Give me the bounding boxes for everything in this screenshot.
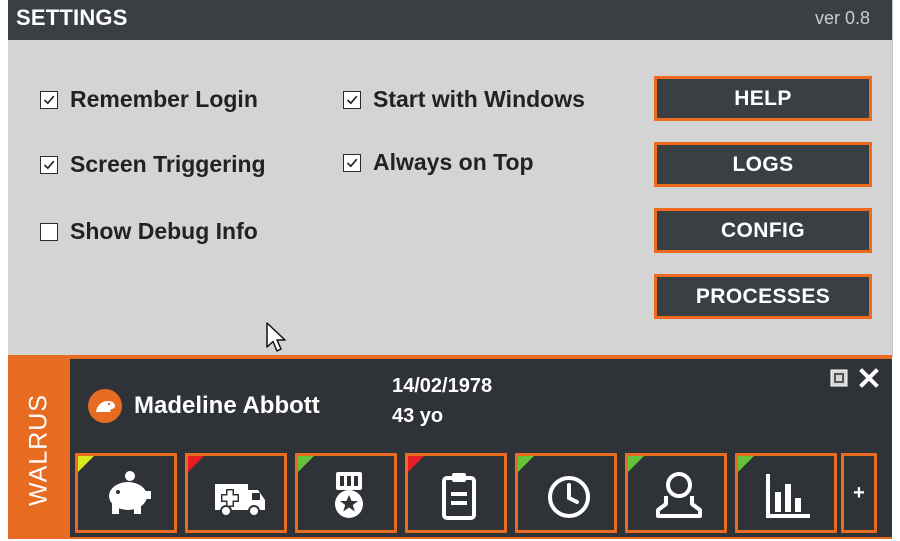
check-icon xyxy=(43,160,55,169)
start-with-windows-label: Start with Windows xyxy=(373,86,585,112)
tile-ambulance[interactable] xyxy=(185,453,287,533)
always-on-top-label: Always on Top xyxy=(373,149,534,175)
help-button[interactable]: HELP xyxy=(654,76,872,121)
check-icon xyxy=(346,158,358,167)
walrus-logo-icon xyxy=(88,389,122,423)
version-label: ver 0.8 xyxy=(814,8,870,28)
check-icon xyxy=(43,95,55,104)
more-button[interactable]: + xyxy=(841,453,877,533)
check-icon xyxy=(346,95,358,104)
mouse-cursor-icon xyxy=(266,322,286,352)
app-root: SETTINGS ver 0.8 Remember Login Screen T… xyxy=(0,0,900,541)
walrus-brand: WALRUS xyxy=(8,355,70,539)
remember-login-label: Remember Login xyxy=(70,86,258,112)
show-debug-info-checkbox[interactable] xyxy=(40,222,58,241)
start-with-windows-option[interactable]: Start with Windows xyxy=(343,86,585,113)
tile-clipboard[interactable] xyxy=(405,453,507,533)
settings-title: SETTINGS xyxy=(16,5,128,30)
medal-icon xyxy=(335,472,363,518)
settings-header: SETTINGS ver 0.8 xyxy=(8,0,892,40)
processes-button[interactable]: PROCESSES xyxy=(654,274,872,319)
tile-clock[interactable] xyxy=(515,453,617,533)
status-flag xyxy=(628,456,647,475)
piggy-bank-icon xyxy=(109,471,151,514)
close-icon[interactable] xyxy=(858,367,880,389)
widget-body: Madeline Abbott 14/02/1978 43 yo + xyxy=(70,359,892,537)
walrus-widget: WALRUS Madeline Abbott 14/02/1978 43 yo xyxy=(8,355,892,539)
tile-user[interactable] xyxy=(625,453,727,533)
tile-medal[interactable] xyxy=(295,453,397,533)
status-flag xyxy=(188,456,207,475)
ambulance-icon xyxy=(215,484,265,517)
brand-label: WALRUS xyxy=(24,393,53,507)
status-flag xyxy=(738,456,757,475)
config-button[interactable]: CONFIG xyxy=(654,208,872,253)
always-on-top-option[interactable]: Always on Top xyxy=(343,149,534,176)
status-flag xyxy=(408,456,427,475)
screen-triggering-option[interactable]: Screen Triggering xyxy=(40,151,266,178)
always-on-top-checkbox[interactable] xyxy=(343,153,361,172)
show-debug-info-label: Show Debug Info xyxy=(70,218,258,244)
status-flag xyxy=(518,456,537,475)
status-flag xyxy=(298,456,317,475)
screen-triggering-label: Screen Triggering xyxy=(70,151,266,177)
tile-bar-chart[interactable] xyxy=(735,453,837,533)
patient-name: Madeline Abbott xyxy=(134,392,320,419)
start-with-windows-checkbox[interactable] xyxy=(343,90,361,109)
settings-panel: SETTINGS ver 0.8 Remember Login Screen T… xyxy=(8,0,893,357)
clock-icon xyxy=(548,476,590,518)
status-flag xyxy=(78,456,97,475)
remember-login-option[interactable]: Remember Login xyxy=(40,86,258,113)
screenshot-icon[interactable] xyxy=(830,369,848,387)
remember-login-checkbox[interactable] xyxy=(40,90,58,109)
patient-dob: 14/02/1978 xyxy=(392,375,493,397)
bar-chart-icon xyxy=(766,474,810,518)
tile-piggy-bank[interactable] xyxy=(75,453,177,533)
patient-age: 43 yo xyxy=(392,405,444,427)
clipboard-icon xyxy=(442,473,476,520)
show-debug-info-option[interactable]: Show Debug Info xyxy=(40,218,258,245)
logs-button[interactable]: LOGS xyxy=(654,142,872,187)
screen-triggering-checkbox[interactable] xyxy=(40,155,58,174)
user-icon xyxy=(656,472,702,518)
